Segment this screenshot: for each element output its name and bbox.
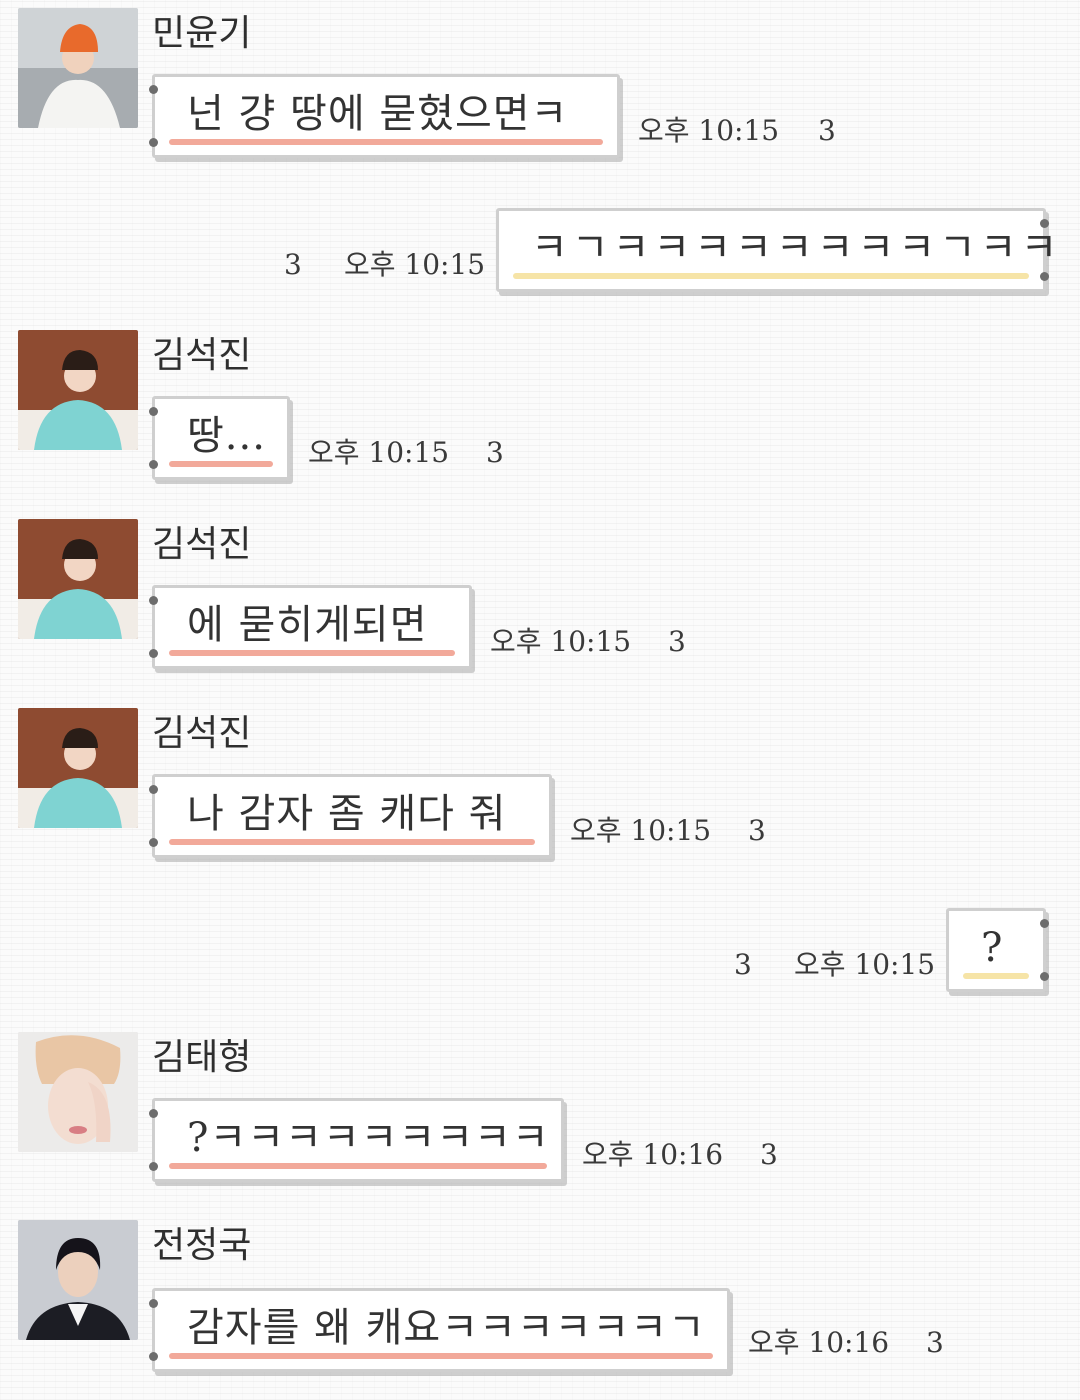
avatar[interactable] xyxy=(18,330,138,450)
message-text: ?ㅋㅋㅋㅋㅋㅋㅋㅋㅋ xyxy=(187,1115,550,1161)
message-bubble[interactable]: 감자를 왜 캐요ㅋㅋㅋㅋㅋㅋㄱ xyxy=(149,1288,730,1372)
message-text: 감자를 왜 캐요ㅋㅋㅋㅋㅋㅋㄱ xyxy=(187,1305,706,1351)
message-time: 오후 10:15 xyxy=(308,436,450,469)
message-time: 오후 10:16 xyxy=(748,1326,890,1359)
unread-count: 3 xyxy=(818,114,836,147)
message-text: 나 감자 좀 캐다 줘 xyxy=(187,791,507,837)
unread-count: 3 xyxy=(926,1326,944,1359)
message-bubble[interactable]: ㅋㄱㅋㅋㅋㅋㅋㅋㅋㅋㄱㅋㅋ xyxy=(496,208,1057,292)
chat-room: 민윤기 넌 걍 땅에 묻혔으면ㅋ 오후 10:15 3 3 오후 10:15 ㅋ… xyxy=(0,0,1080,1400)
message-time: 오후 10:15 xyxy=(638,114,780,147)
message-bubble[interactable]: 에 묻히게되면 xyxy=(149,585,472,669)
message-text: 땅... xyxy=(187,413,266,459)
sender-name: 김석진 xyxy=(152,524,252,565)
avatar[interactable] xyxy=(18,708,138,828)
message-text: 넌 걍 땅에 묻혔으면ㅋ xyxy=(187,91,569,137)
sender-name: 김석진 xyxy=(152,713,252,754)
sender-name: 김태형 xyxy=(152,1037,252,1078)
message-bubble[interactable]: ?ㅋㅋㅋㅋㅋㅋㅋㅋㅋ xyxy=(149,1098,564,1182)
message-time: 오후 10:16 xyxy=(582,1138,724,1171)
avatar[interactable] xyxy=(18,519,138,639)
message-bubble[interactable]: ? xyxy=(946,908,1049,992)
message-text: 에 묻히게되면 xyxy=(187,602,428,648)
message-time: 오후 10:15 xyxy=(344,248,486,281)
message-bubble[interactable]: 넌 걍 땅에 묻혔으면ㅋ xyxy=(149,74,620,158)
sender-name: 김석진 xyxy=(152,335,252,376)
unread-count: 3 xyxy=(668,625,686,658)
message-time: 오후 10:15 xyxy=(490,625,632,658)
avatar[interactable] xyxy=(18,1220,138,1340)
sender-name: 전정국 xyxy=(152,1225,252,1266)
sender-name: 민윤기 xyxy=(152,13,252,54)
unread-count: 3 xyxy=(760,1138,778,1171)
avatar[interactable] xyxy=(18,1032,138,1152)
message-time: 오후 10:15 xyxy=(570,814,712,847)
avatar[interactable] xyxy=(18,8,138,128)
unread-count: 3 xyxy=(734,948,752,981)
unread-count: 3 xyxy=(284,248,302,281)
message-bubble[interactable]: 나 감자 좀 캐다 줘 xyxy=(149,774,552,858)
message-text: ㅋㄱㅋㅋㅋㅋㅋㅋㅋㅋㄱㅋㅋ xyxy=(531,225,1062,271)
unread-count: 3 xyxy=(486,436,504,469)
message-time: 오후 10:15 xyxy=(794,948,936,981)
message-bubble[interactable]: 땅... xyxy=(149,396,290,480)
message-text: ? xyxy=(981,925,1007,971)
unread-count: 3 xyxy=(748,814,766,847)
